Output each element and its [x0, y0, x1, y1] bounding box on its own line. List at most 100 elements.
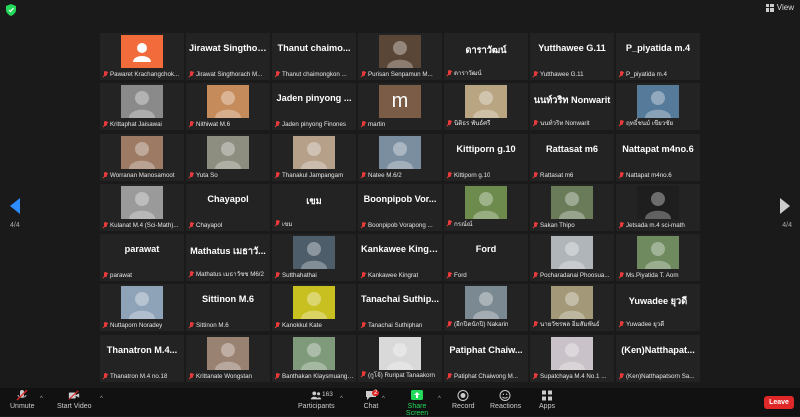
participant-tile[interactable]: Yuwadee ยุวดี Yuwadee ยุวดี	[616, 284, 700, 332]
chat-button[interactable]: 2 Chat	[362, 390, 380, 410]
participant-tile[interactable]: Supatchaya M.4 No.1 ...	[530, 334, 614, 382]
participant-name: (อีกปิดนักปิ) Nakarin	[454, 321, 509, 329]
participant-tile[interactable]: Kittiporn g.10 Kittiporn g.10	[444, 133, 528, 181]
participant-label: Jetsada m.4 sci-math	[618, 221, 698, 229]
participant-name: Ford	[454, 272, 467, 280]
participant-tile[interactable]: Worranan Manosamoot	[100, 133, 184, 181]
participant-tile[interactable]: Kulanat M.4 (Sci-Math)...	[100, 183, 184, 231]
participant-tile[interactable]: ฤทธิ์ชนม์ เขียวชัย	[616, 83, 700, 131]
participant-tile[interactable]: Sutthahathai	[272, 234, 356, 282]
participant-display-name: Kittiporn g.10	[456, 143, 516, 154]
shield-icon[interactable]	[6, 4, 16, 16]
participant-display-name: Mathatus เมธาวั...	[190, 246, 266, 257]
participant-tile[interactable]: Tanachai Suthip... Tanachai Suthiphan	[358, 284, 442, 332]
muted-mic-icon	[532, 221, 538, 229]
apps-button[interactable]: Apps	[538, 390, 556, 410]
audio-options-caret[interactable]: ^	[40, 396, 43, 402]
participant-display-name: Tanachai Suthip...	[361, 294, 439, 305]
participant-tile[interactable]: Krittanate Wongstan	[186, 334, 270, 382]
participant-tile[interactable]: Boonpipob Vor... Boonpipob Vorapong ...	[358, 183, 442, 231]
participant-photo	[121, 286, 163, 320]
default-avatar-icon	[121, 35, 163, 68]
participant-tile[interactable]: Nithiwat M.6	[186, 83, 270, 131]
share-screen-button[interactable]: Share Screen	[396, 390, 438, 417]
participant-name: Kanokkul Kate	[282, 322, 322, 330]
page-indicator-right: 4/4	[782, 222, 792, 229]
participants-caret[interactable]: ^	[340, 396, 343, 402]
participant-tile[interactable]: Ms.Piyatida T. Aom	[616, 234, 700, 282]
participant-tile[interactable]: Nattapat m4no.6 Nattapat m4no.6	[616, 133, 700, 181]
participant-tile[interactable]: Nuttaporn Noradey	[100, 284, 184, 332]
participant-tile[interactable]: m martin	[358, 83, 442, 131]
participant-tile[interactable]: นายวัชรพล อิ่มสัมพันธ์	[530, 284, 614, 332]
participant-tile[interactable]: นนท์วริท Nonwarit นนท์วริท Nonwarit	[530, 83, 614, 131]
chat-caret[interactable]: ^	[382, 396, 385, 402]
participant-tile[interactable]: Kankawee Kingr... Kankawee Kingrat	[358, 234, 442, 282]
participant-tile[interactable]: Thanut chaimo... Thanut chaimongkon ...	[272, 33, 356, 80]
participant-tile[interactable]: Natee M.6/2	[358, 133, 442, 181]
participant-label: Kulanat M.4 (Sci-Math)...	[102, 221, 182, 229]
next-page-arrow[interactable]	[780, 198, 790, 214]
participant-tile[interactable]: Rattasat m6 Rattasat m6	[530, 133, 614, 181]
video-options-caret[interactable]: ^	[100, 396, 103, 402]
muted-mic-icon	[16, 390, 28, 401]
previous-page-arrow[interactable]	[10, 198, 20, 214]
participant-display-name: ดาราวัฒน์	[465, 45, 507, 55]
participant-tile[interactable]: Jaden pinyong ... Jaden pinyong Finones	[272, 83, 356, 131]
participant-tile[interactable]: Yuta So	[186, 133, 270, 181]
participant-name: Kulanat M.4 (Sci-Math)...	[110, 221, 179, 229]
muted-mic-icon	[446, 272, 452, 279]
muted-mic-icon	[618, 171, 624, 179]
participant-tile[interactable]: (อีกปิดนักปิ) Nakarin	[444, 284, 528, 332]
participant-tile[interactable]: Sittinon M.6 Sittinon M.6	[186, 284, 270, 332]
participant-tile[interactable]: Thanatron M.4... Thanatron M.4 no.18	[100, 334, 184, 382]
participant-tile[interactable]: Jetsada m.4 sci-math	[616, 183, 700, 231]
participant-tile[interactable]: Thanakul Jampangam	[272, 133, 356, 181]
participant-tile[interactable]: Mathatus เมธาวั... Mathatus เมธาวัชช M6/2	[186, 234, 270, 282]
participant-tile[interactable]: Ford Ford	[444, 234, 528, 282]
reactions-button[interactable]: Reactions	[490, 390, 521, 410]
unmute-button[interactable]: Unmute	[10, 390, 35, 410]
participant-tile[interactable]: Kanokkul Kate	[272, 284, 356, 332]
participant-display-name: Nattapat m4no.6	[622, 143, 694, 154]
participant-tile[interactable]: parawat parawat	[100, 234, 184, 282]
participant-tile[interactable]: (กูโจ้) Ruripat Tanaakorn	[358, 334, 442, 382]
participant-tile[interactable]: เขม เขม	[272, 183, 356, 231]
share-caret[interactable]: ^	[438, 396, 441, 402]
page-indicator-left: 4/4	[10, 222, 20, 229]
participant-tile[interactable]: Pocharadanai Phoosua...	[530, 234, 614, 282]
participant-tile[interactable]: Pawaret Krachangchok...	[100, 33, 184, 80]
participant-tile[interactable]: Yutthawee G.11 Yutthawee G.11	[530, 33, 614, 80]
participant-photo	[637, 85, 679, 119]
muted-mic-icon	[188, 71, 194, 78]
participant-tile[interactable]: (Ken)Natthapat... (Ken)Natthapatsorn Sa..…	[616, 334, 700, 382]
participant-tile[interactable]: Banthakan Klaysmuang ...	[272, 334, 356, 382]
muted-mic-icon	[188, 121, 194, 128]
participant-label: Boonpipob Vorapong ...	[360, 221, 440, 229]
participant-tile[interactable]: Chayapol Chayapol	[186, 183, 270, 231]
start-video-button[interactable]: Start Video	[57, 390, 92, 410]
participant-tile[interactable]: นิติธร พันธ์ศรี	[444, 83, 528, 131]
participant-name: กรณ์ณ์	[454, 220, 473, 228]
muted-mic-icon	[618, 372, 624, 380]
participant-tile[interactable]: P_piyatida m.4 P_piyatida m.4	[616, 33, 700, 80]
participant-photo	[379, 35, 421, 68]
participant-label: parawat	[102, 272, 182, 279]
participant-photo	[293, 286, 335, 320]
participant-label: martin	[360, 121, 440, 128]
participant-tile[interactable]: Purisan Senpamun M...	[358, 33, 442, 80]
participant-tile[interactable]: ดาราวัฒน์ ดาราวัฒน์	[444, 33, 528, 80]
participant-tile[interactable]: Krittaphat Jaisawai	[100, 83, 184, 131]
participant-tile[interactable]: Jirawat Singthor... Jirawat Singthorach M…	[186, 33, 270, 80]
participant-name: Boonpipob Vorapong ...	[368, 221, 433, 229]
participant-tile[interactable]: Sakan Thipo	[530, 183, 614, 231]
muted-mic-icon	[446, 220, 452, 227]
leave-button[interactable]: Leave	[764, 396, 794, 409]
participant-tile[interactable]: Patiphat Chaiw... Patiphat Chaiwong M...	[444, 334, 528, 382]
view-button[interactable]: View	[765, 3, 794, 12]
letter-avatar: m	[379, 85, 421, 119]
participant-name: Krittanate Wongstan	[196, 372, 252, 380]
participant-label: Nithiwat M.6	[188, 121, 268, 128]
participant-tile[interactable]: กรณ์ณ์	[444, 183, 528, 231]
record-button[interactable]: Record	[452, 390, 475, 410]
